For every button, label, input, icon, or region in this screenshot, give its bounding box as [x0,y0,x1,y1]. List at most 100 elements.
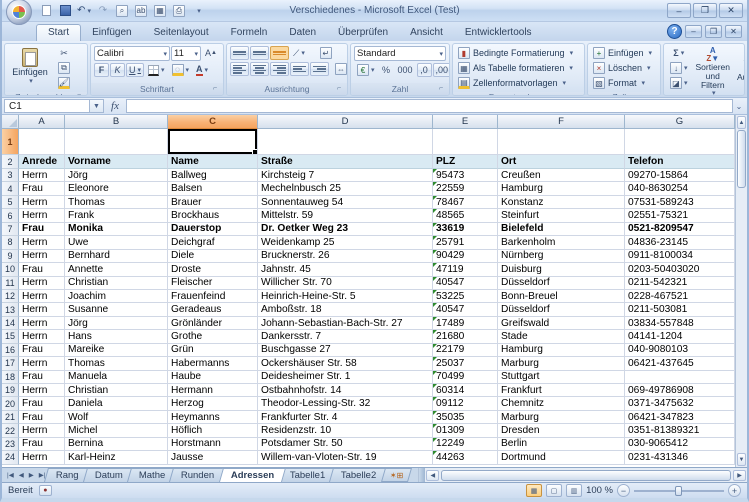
cell[interactable]: Kirchsteig 7 [258,169,433,182]
cell[interactable]: Hans [65,330,168,343]
row-number[interactable]: 5 [2,196,19,209]
percent-button[interactable]: % [379,63,394,77]
row-number[interactable]: 22 [2,424,19,437]
decrease-decimal-button[interactable]: ,00 [433,63,450,77]
cell[interactable]: 60314 [433,384,498,397]
row-number[interactable]: 18 [2,371,19,384]
cell[interactable]: Diele [168,250,258,263]
cell[interactable]: Mechelnbusch 25 [258,182,433,195]
cell[interactable]: Frau [19,411,65,424]
row-number[interactable]: 9 [2,250,19,263]
cell[interactable]: 040-9080103 [625,344,735,357]
cell[interactable]: Bernina [65,438,168,451]
ribbon-tab-formeln[interactable]: Formeln [220,25,279,41]
cell[interactable]: Frau [19,263,65,276]
cell[interactable]: Residenzstr. 10 [258,424,433,437]
cell[interactable]: Frau [19,223,65,236]
ribbon-tab-start[interactable]: Start [36,24,81,41]
zoom-slider[interactable] [634,490,724,492]
cell[interactable]: Brockhaus [168,209,258,222]
delete-cells-button[interactable]: ×Löschen▾ [591,61,653,75]
cell[interactable]: Annette [65,263,168,276]
cell[interactable]: Grönländer [168,317,258,330]
cell[interactable]: 0211-542321 [625,277,735,290]
cell[interactable]: Weidenkamp 25 [258,236,433,249]
cell[interactable]: Hermann [168,384,258,397]
cell[interactable]: Nürnberg [498,250,625,263]
cell[interactable]: 21680 [433,330,498,343]
cell[interactable]: 70499 [433,371,498,384]
cell[interactable]: Herrn [19,196,65,209]
cell[interactable]: Jörg [65,317,168,330]
cell[interactable]: Duisburg [498,263,625,276]
zoom-out-button[interactable]: − [617,484,630,497]
cell[interactable]: 25037 [433,357,498,370]
column-header-a[interactable]: A [19,115,65,129]
cell[interactable]: Marburg [498,411,625,424]
align-bottom-button[interactable] [270,46,289,60]
cell[interactable]: Haube [168,371,258,384]
zoom-level[interactable]: 100 % [586,485,613,496]
cell[interactable]: Herzog [168,397,258,410]
sheet-tab-tabelle2[interactable]: Tabelle2 [329,468,388,482]
name-box-dropdown[interactable]: ▼ [90,99,104,113]
cell[interactable]: Sonnentauweg 54 [258,196,433,209]
ribbon-tab-daten[interactable]: Daten [278,25,327,41]
scroll-up-icon[interactable]: ▲ [737,116,746,129]
sheet-tab-adressen[interactable]: Adressen [219,468,286,482]
row-number[interactable]: 1 [2,129,19,155]
office-button[interactable] [6,0,32,25]
selected-cell[interactable] [168,129,258,155]
cell[interactable]: 25791 [433,236,498,249]
vertical-scrollbar[interactable]: ▲ ▼ [735,115,747,467]
cell[interactable]: Herrn [19,424,65,437]
row-number[interactable]: 15 [2,330,19,343]
scroll-down-icon[interactable]: ▼ [737,453,746,466]
scroll-right-icon[interactable]: ▶ [733,470,746,481]
number-format-select[interactable]: Standard▾ [354,46,446,61]
cut-button[interactable]: ✂ [55,46,73,60]
cell[interactable]: Dresden [498,424,625,437]
cell[interactable] [433,129,498,155]
row-number[interactable]: 6 [2,209,19,222]
cell[interactable]: 53225 [433,290,498,303]
cell[interactable]: 44263 [433,451,498,464]
cell[interactable]: Frankfurter Str. 4 [258,411,433,424]
row-number[interactable]: 14 [2,317,19,330]
decrease-indent-button[interactable] [290,62,309,76]
cell[interactable]: 0228-467521 [625,290,735,303]
increase-indent-button[interactable] [310,62,329,76]
cell[interactable]: Christian [65,277,168,290]
cell[interactable]: Susanne [65,303,168,316]
macro-record-icon[interactable]: ● [39,485,52,496]
minimize-button[interactable]: – [667,3,691,18]
cell[interactable]: 33619 [433,223,498,236]
row-number[interactable]: 3 [2,169,19,182]
cell[interactable] [19,129,65,155]
ribbon-tab-einfügen[interactable]: Einfügen [81,25,142,41]
cell[interactable]: Höflich [168,424,258,437]
cell[interactable]: 47119 [433,263,498,276]
workbook-restore-button[interactable]: ❐ [705,25,722,38]
row-number[interactable]: 21 [2,411,19,424]
prev-sheet-button[interactable]: ◀ [17,470,26,480]
cell[interactable]: Karl-Heinz [65,451,168,464]
cell[interactable]: Potsdamer Str. 50 [258,438,433,451]
grow-font-button[interactable]: A▲ [202,46,220,60]
cell[interactable]: 09270-15864 [625,169,735,182]
cell[interactable]: 09112 [433,397,498,410]
cell[interactable]: 35035 [433,411,498,424]
cell[interactable]: 069-49786908 [625,384,735,397]
tab-split-handle[interactable] [419,468,425,482]
row-number[interactable]: 8 [2,236,19,249]
cell[interactable]: Ballweg [168,169,258,182]
cell[interactable]: Jörg [65,169,168,182]
column-header-b[interactable]: B [65,115,168,129]
column-header-e[interactable]: E [433,115,498,129]
scroll-left-icon[interactable]: ◀ [426,470,439,481]
cell[interactable]: 06421-437645 [625,357,735,370]
next-sheet-button[interactable]: ▶ [27,470,36,480]
ribbon-tab-seitenlayout[interactable]: Seitenlayout [143,25,220,41]
autosum-button[interactable]: Σ▾ [667,46,691,60]
expand-formula-bar-button[interactable]: ⌄ [733,99,745,113]
